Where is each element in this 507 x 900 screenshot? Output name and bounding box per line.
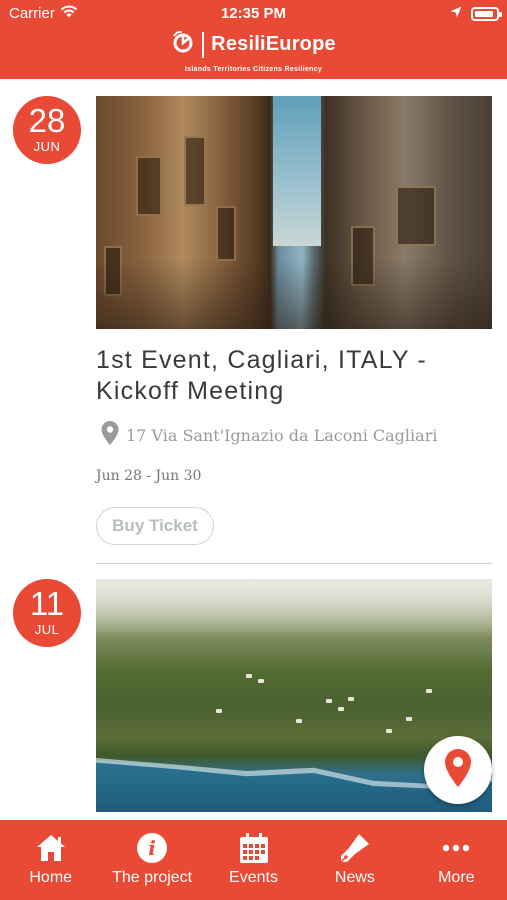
- tab-label: Home: [29, 869, 73, 886]
- event-date-badge: 11 JUL: [13, 579, 81, 647]
- calendar-icon: [238, 832, 270, 864]
- tab-more[interactable]: More: [406, 820, 507, 900]
- buy-ticket-button[interactable]: Buy Ticket: [96, 507, 214, 545]
- tab-bar: Home i The project Events News More: [0, 820, 507, 900]
- status-indicators: [450, 5, 502, 23]
- info-icon: i: [136, 832, 168, 864]
- home-icon: [35, 832, 67, 864]
- event-location-text: 17 Via Sant'Ignazio da Laconi Cagliari: [126, 425, 438, 445]
- event-month: JUL: [34, 622, 60, 637]
- map-pin-icon: [443, 748, 473, 793]
- more-icon: [440, 832, 472, 864]
- pen-icon: [339, 832, 371, 864]
- tab-label: News: [334, 869, 375, 886]
- status-time: 12:35 PM: [220, 5, 287, 22]
- logo-separator: [202, 31, 205, 58]
- logo-tagline: Islands Territories Citizens Resiliency: [184, 66, 323, 73]
- event-month: JUN: [33, 139, 61, 154]
- app-logo: ResiliEurope: [0, 30, 507, 59]
- event-date-badge: 28 JUN: [13, 96, 81, 164]
- event-photo[interactable]: [96, 96, 492, 329]
- event-location: 17 Via Sant'Ignazio da Laconi Cagliari: [100, 420, 437, 450]
- event-day: 28: [28, 102, 66, 139]
- logo-text: ResiliEurope: [211, 33, 336, 55]
- map-button[interactable]: [424, 736, 492, 804]
- app-header: Carrier 12:35 PM ResiliEurope Islands Te…: [0, 0, 507, 79]
- logo-mark-icon: [171, 30, 195, 59]
- events-feed[interactable]: 28 JUN 1st Event, Cagliari, ITALY - Kick…: [0, 79, 507, 820]
- event-dates: Jun 28 - Jun 30: [96, 468, 202, 484]
- tab-label: The project: [112, 869, 193, 886]
- tab-news[interactable]: News: [304, 820, 405, 900]
- status-bar: Carrier 12:35 PM: [0, 0, 507, 28]
- tab-label: Events: [229, 869, 278, 886]
- map-pin-icon: [100, 420, 120, 450]
- location-arrow-icon: [450, 5, 462, 23]
- tab-the-project[interactable]: i The project: [101, 820, 202, 900]
- tab-events[interactable]: Events: [203, 820, 304, 900]
- tab-home[interactable]: Home: [0, 820, 101, 900]
- event-title[interactable]: 1st Event, Cagliari, ITALY - Kickoff Mee…: [96, 345, 476, 407]
- tab-label: More: [438, 869, 475, 886]
- battery-icon: [471, 7, 502, 21]
- svg-text:i: i: [148, 836, 156, 860]
- event-day: 11: [29, 585, 65, 622]
- event-divider: [96, 563, 492, 564]
